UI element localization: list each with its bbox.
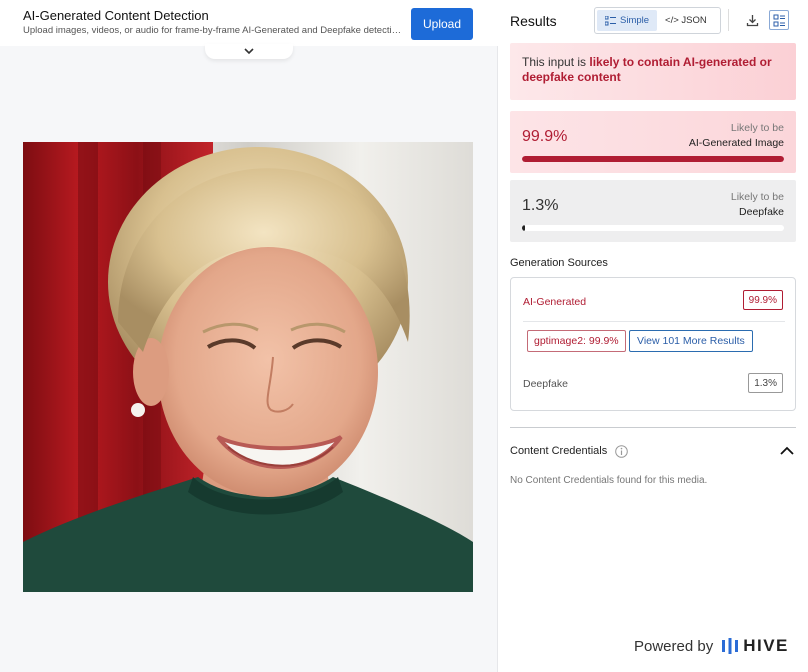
ai-generated-source-percent: 99.9%: [742, 290, 783, 310]
chevron-up-icon[interactable]: [779, 444, 795, 458]
ai-score-bar-fill: [522, 156, 784, 162]
toolbar-divider: [728, 9, 729, 31]
hive-brand-text: HIVE: [743, 636, 789, 655]
content-credentials-empty: No Content Credentials found for this me…: [510, 475, 708, 486]
deepfake-score-percent: 1.3%: [522, 197, 559, 214]
list-icon: [605, 15, 616, 25]
page-title: AI-Generated Content Detection: [23, 8, 209, 23]
deepfake-score-bar: [522, 225, 784, 231]
json-view-button[interactable]: </> JSON: [657, 10, 715, 31]
deepfake-likely-text: Likely to be: [730, 191, 784, 203]
hive-bars-icon: [722, 638, 739, 654]
sources-separator: [523, 321, 785, 322]
results-panel: Results Simple </> JSON This input is li…: [498, 0, 808, 672]
simple-view-label: Simple: [620, 15, 650, 26]
deepfake-source-label: Deepfake: [523, 378, 568, 390]
model-result-chip: gptimage2: 99.9%: [527, 330, 626, 352]
verdict-alert: This input is likely to contain AI-gener…: [510, 43, 796, 100]
expand-header-toggle[interactable]: [205, 44, 293, 59]
deepfake-score-label: Deepfake: [739, 206, 784, 218]
ai-score-percent: 99.9%: [522, 128, 568, 145]
content-credentials-title: Content Credentials: [510, 445, 608, 457]
uploaded-image: [23, 142, 473, 592]
simple-view-button[interactable]: Simple: [597, 10, 658, 31]
ai-generated-source-label: AI-Generated: [523, 296, 587, 308]
chevron-down-icon: [244, 48, 254, 55]
page-header: AI-Generated Content Detection Upload im…: [0, 0, 498, 46]
ai-generated-score-card: 99.9% Likely to be AI-Generated Image: [510, 111, 796, 173]
view-more-results-button[interactable]: View 101 More Results: [629, 330, 753, 352]
results-title: Results: [510, 13, 557, 29]
grid-report-icon: [773, 14, 785, 26]
ai-score-label: AI-Generated Image: [688, 137, 784, 149]
generation-sources-title: Generation Sources: [510, 257, 608, 269]
json-view-label: </> JSON: [665, 15, 707, 26]
download-button[interactable]: [742, 10, 762, 30]
upload-button[interactable]: Upload: [411, 8, 473, 40]
hive-logo[interactable]: HIVE: [721, 636, 789, 656]
deepfake-source-percent: 1.3%: [748, 373, 783, 393]
deepfake-score-bar-fill: [522, 225, 526, 231]
generation-sources-box: AI-Generated 99.9% gptimage2: 99.9% View…: [510, 277, 796, 411]
powered-by-text: Powered by: [634, 637, 714, 655]
report-view-button[interactable]: [769, 10, 789, 30]
info-icon[interactable]: [615, 445, 628, 458]
section-divider: [510, 427, 796, 428]
media-panel: AI-Generated Content Detection Upload im…: [0, 0, 498, 672]
view-mode-toggle: Simple </> JSON: [594, 7, 721, 34]
deepfake-score-card: 1.3% Likely to be Deepfake: [510, 180, 796, 242]
download-icon: [746, 14, 758, 26]
portrait-image: [23, 142, 473, 592]
ai-likely-text: Likely to be: [730, 122, 784, 134]
powered-by-footer: Powered by HIVE: [634, 636, 789, 656]
ai-score-bar: [522, 156, 784, 162]
verdict-prefix: This input is: [522, 55, 590, 69]
page-subtitle: Upload images, videos, or audio for fram…: [23, 25, 403, 36]
